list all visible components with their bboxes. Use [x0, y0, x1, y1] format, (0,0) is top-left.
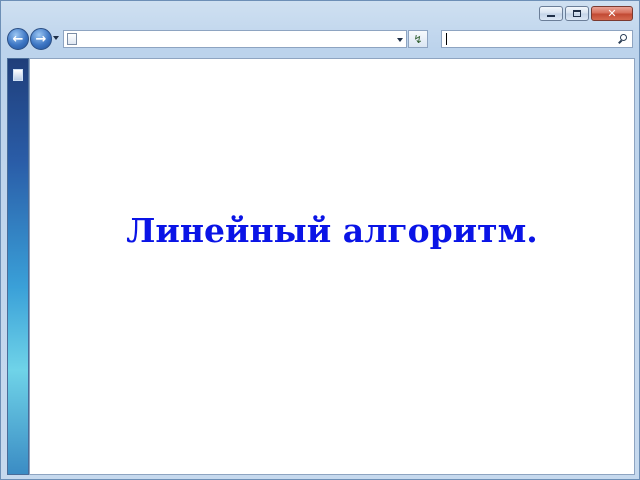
refresh-icon: ↯ — [413, 32, 423, 46]
page-icon — [67, 33, 77, 45]
back-button[interactable]: ← — [7, 28, 29, 50]
minimize-icon — [547, 15, 555, 17]
slide-sidebar — [7, 58, 29, 475]
address-bar[interactable] — [63, 30, 407, 48]
browser-window: ✕ ← → ↯ Линейный алгоритм. — [0, 0, 640, 480]
search-input[interactable] — [441, 30, 633, 48]
forward-arrow-icon: → — [35, 31, 47, 47]
minimize-button[interactable] — [539, 6, 563, 21]
address-dropdown-chevron-down-icon[interactable] — [397, 38, 403, 42]
recent-pages-chevron-down-icon[interactable] — [53, 36, 59, 40]
close-icon: ✕ — [607, 7, 617, 20]
slide-title: Линейный алгоритм. — [126, 211, 538, 250]
search-icon[interactable] — [620, 34, 627, 41]
page-viewport: Линейный алгоритм. — [29, 58, 635, 475]
maximize-icon — [573, 10, 581, 17]
refresh-button[interactable]: ↯ — [408, 30, 428, 48]
document-icon[interactable] — [13, 69, 23, 81]
text-caret — [446, 33, 447, 45]
forward-button[interactable]: → — [30, 28, 52, 50]
maximize-button[interactable] — [565, 6, 589, 21]
back-arrow-icon: ← — [12, 31, 24, 47]
close-button[interactable]: ✕ — [591, 6, 633, 21]
caption-buttons: ✕ — [539, 6, 633, 21]
